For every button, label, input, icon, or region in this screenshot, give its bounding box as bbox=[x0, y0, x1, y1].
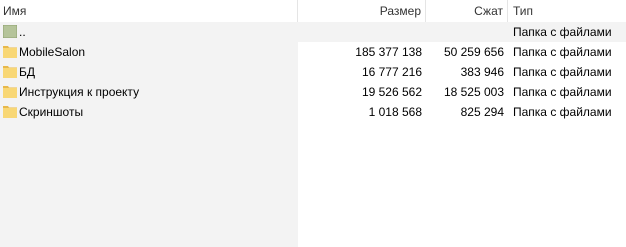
file-list: .. Папка с файлами MobileSalon 185 377 1… bbox=[0, 22, 626, 122]
item-type: Папка с файлами bbox=[513, 85, 612, 99]
folder-icon bbox=[3, 106, 17, 118]
sort-caret-icon: ^ bbox=[143, 0, 153, 4]
item-type: Папка с файлами bbox=[513, 45, 612, 59]
column-header: Имя ^ Размер Сжат Тип bbox=[0, 0, 626, 22]
folder-icon bbox=[3, 46, 17, 58]
item-name: Скриншоты bbox=[19, 105, 84, 119]
folder-icon bbox=[3, 86, 17, 98]
header-packed[interactable]: Сжат bbox=[426, 0, 508, 22]
item-packed: 383 946 bbox=[460, 65, 504, 79]
list-item[interactable]: БД 16 777 216 383 946 Папка с файлами bbox=[0, 62, 626, 82]
parent-folder-icon bbox=[3, 25, 17, 38]
item-name: MobileSalon bbox=[19, 45, 86, 59]
list-item-parent[interactable]: .. Папка с файлами bbox=[0, 22, 626, 42]
item-name: БД bbox=[19, 65, 36, 79]
item-type: Папка с файлами bbox=[513, 65, 612, 79]
item-size: 1 018 568 bbox=[368, 105, 422, 119]
header-size[interactable]: Размер bbox=[298, 0, 426, 22]
item-name: .. bbox=[19, 25, 26, 39]
header-type[interactable]: Тип bbox=[508, 0, 626, 22]
list-item[interactable]: Инструкция к проекту 19 526 562 18 525 0… bbox=[0, 82, 626, 102]
item-type: Папка с файлами bbox=[513, 25, 612, 39]
item-packed bbox=[426, 22, 504, 42]
item-type: Папка с файлами bbox=[513, 105, 612, 119]
list-item[interactable]: MobileSalon 185 377 138 50 259 656 Папка… bbox=[0, 42, 626, 62]
item-name: Инструкция к проекту bbox=[19, 85, 140, 99]
item-size: 16 777 216 bbox=[361, 65, 422, 79]
item-packed: 825 294 bbox=[460, 105, 504, 119]
item-packed: 18 525 003 bbox=[443, 85, 504, 99]
item-size bbox=[298, 22, 422, 42]
item-packed: 50 259 656 bbox=[443, 45, 504, 59]
folder-icon bbox=[3, 66, 17, 78]
item-size: 19 526 562 bbox=[361, 85, 422, 99]
list-item[interactable]: Скриншоты 1 018 568 825 294 Папка с файл… bbox=[0, 102, 626, 122]
item-size: 185 377 138 bbox=[355, 45, 422, 59]
